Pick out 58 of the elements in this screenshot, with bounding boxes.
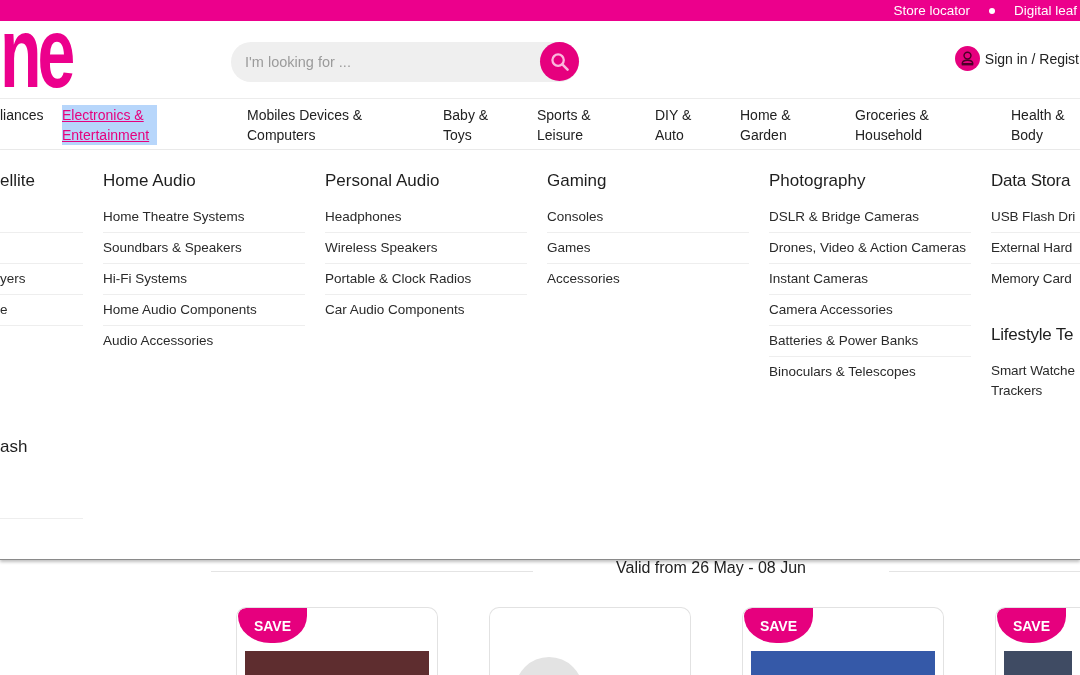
menu-heading[interactable]: ash [0, 436, 83, 458]
menu-heading[interactable]: Personal Audio [325, 170, 527, 192]
discount-badge: SAVE [744, 608, 813, 643]
menu-item[interactable]: Drones, Video & Action Cameras [769, 238, 967, 258]
menu-heading[interactable]: Photography [769, 170, 971, 192]
category-link[interactable]: Mobiles Devices & Computers [247, 105, 375, 145]
category-link[interactable]: Health & Body [1011, 105, 1075, 145]
search-icon [550, 52, 569, 71]
menu-heading[interactable]: ellite [0, 170, 83, 192]
menu-item[interactable]: Camera Accessories [769, 300, 893, 320]
menu-item[interactable]: Smart Watche Trackers [991, 361, 1080, 401]
product-card[interactable]: SAVE [236, 607, 438, 675]
photo-placeholder [1004, 651, 1072, 675]
menu-item[interactable]: e [0, 300, 8, 320]
discount-badge: SAVE [997, 608, 1066, 643]
menu-item[interactable]: Portable & Clock Radios [325, 269, 472, 289]
menu-item[interactable]: USB Flash Dri [991, 207, 1076, 227]
category-link[interactable]: Home & Garden [740, 105, 803, 145]
menu-item[interactable]: Audio Accessories [103, 331, 214, 351]
category-link[interactable]: Sports & Leisure [537, 105, 607, 145]
menu-item[interactable]: Headphones [325, 207, 402, 227]
separator-dot-icon [988, 7, 995, 14]
menu-heading[interactable]: Lifestyle Te [991, 324, 1080, 346]
logo[interactable]: ne [0, 26, 72, 87]
top-bar-link[interactable]: Store locator [893, 2, 970, 19]
menu-item[interactable]: Hi-Fi Systems [103, 269, 187, 289]
user-icon [954, 46, 980, 71]
menu-item[interactable]: Soundbars & Speakers [103, 238, 242, 258]
menu-item[interactable]: Car Audio Components [325, 300, 465, 320]
menu-item[interactable]: Accessories [547, 269, 620, 289]
category-link[interactable]: Baby & Toys [443, 105, 503, 145]
menu-item[interactable]: Home Audio Components [103, 300, 257, 320]
sign-in-link[interactable]: Sign in / Regist [954, 46, 1080, 71]
menu-item[interactable]: yers [0, 269, 26, 289]
menu-item[interactable]: Consoles [547, 207, 604, 227]
validity-text: Valid from 26 May - 08 Jun [616, 560, 806, 578]
category-link[interactable]: DIY & Auto [655, 105, 702, 145]
menu-heading[interactable]: Gaming [547, 170, 749, 192]
search-field[interactable]: I'm looking for ... [231, 41, 579, 82]
menu-heading[interactable]: Home Audio [103, 170, 305, 192]
search-button[interactable] [540, 42, 579, 81]
menu-item[interactable]: Memory Card [991, 269, 1072, 289]
category-link[interactable]: Groceries & Household [855, 105, 941, 145]
menu-item[interactable]: Binoculars & Telescopes [769, 362, 916, 382]
menu-item[interactable]: Batteries & Power Banks [769, 331, 919, 351]
menu-item[interactable]: Wireless Speakers [325, 238, 438, 258]
top-bar-link[interactable]: Digital leaf [1013, 2, 1077, 19]
category-link[interactable]: liances [0, 105, 44, 125]
menu-item[interactable]: External Hard [991, 238, 1073, 258]
menu-heading[interactable]: Data Stora [991, 170, 1080, 192]
menu-item[interactable]: Games [547, 238, 591, 258]
menu-item[interactable]: Instant Cameras [769, 269, 869, 289]
menu-item[interactable]: DSLR & Bridge Cameras [769, 207, 920, 227]
product-card[interactable]: SAVE [995, 607, 1080, 675]
search-input[interactable]: I'm looking for ... [245, 51, 540, 72]
discount-badge: SAVE [238, 608, 307, 643]
menu-item[interactable]: Home Theatre Systems [103, 207, 245, 227]
product-card[interactable]: SAVE [742, 607, 944, 675]
